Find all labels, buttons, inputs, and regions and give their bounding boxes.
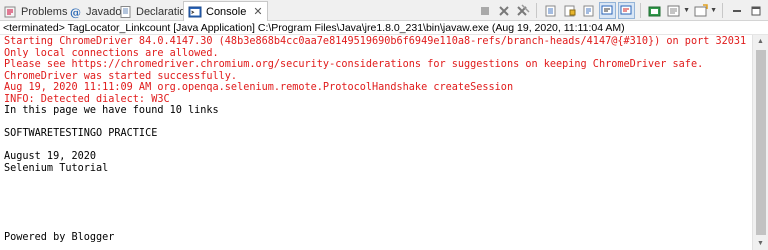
tab-declaration[interactable]: Declaration	[118, 2, 192, 21]
scroll-down-icon[interactable]: ▼	[757, 240, 764, 247]
console-line: Starting ChromeDriver 84.0.4147.30 (48b3…	[4, 36, 747, 47]
console-output[interactable]: Starting ChromeDriver 84.0.4147.30 (48b3…	[0, 35, 752, 250]
problems-icon	[3, 5, 17, 19]
toolbar-separator	[722, 3, 723, 18]
console-toolbar: ▼ ▼	[476, 2, 764, 19]
maximize-icon[interactable]	[747, 2, 764, 19]
display-selected-console-icon[interactable]	[665, 2, 682, 19]
console-line: August 19, 2020	[4, 151, 97, 162]
pin-console-icon[interactable]	[646, 2, 663, 19]
tab-label: Console	[206, 5, 247, 18]
console-line: Aug 19, 2020 11:11:09 AM org.openqa.sele…	[4, 82, 514, 93]
scroll-lock-icon[interactable]	[561, 2, 578, 19]
console-line: Selenium Tutorial	[4, 162, 109, 174]
remove-all-terminated-icon[interactable]	[514, 2, 531, 19]
console-line: SOFTWARETESTINGO PRACTICE	[4, 128, 158, 139]
toolbar-separator	[536, 3, 538, 18]
tab-problems[interactable]: Problems	[3, 2, 67, 21]
console-line: Please see https://chromedriver.chromium…	[4, 59, 704, 70]
view-tab-bar: Problems @ Javadoc Declaration Console ✕	[0, 0, 768, 21]
chevron-down-icon[interactable]: ▼	[710, 7, 717, 14]
word-wrap-icon[interactable]	[580, 2, 597, 19]
remove-launch-icon[interactable]	[495, 2, 512, 19]
scrollbar-thumb[interactable]	[756, 50, 766, 235]
console-process-status: <terminated> TagLocator_Linkcount [Java …	[0, 21, 768, 35]
show-on-stderr-icon[interactable]	[618, 2, 636, 19]
chevron-down-icon[interactable]: ▼	[683, 7, 690, 14]
toolbar-separator	[640, 3, 642, 18]
console-line: Only local connections are allowed.	[4, 47, 219, 59]
svg-text:@: @	[70, 6, 81, 19]
minimize-icon[interactable]	[728, 2, 745, 19]
console-line: Powered by Blogger	[4, 231, 115, 243]
terminate-icon[interactable]	[476, 2, 493, 19]
console-line: INFO: Detected dialect: W3C	[4, 93, 170, 105]
close-icon[interactable]: ✕	[253, 5, 262, 18]
tab-label: Problems	[21, 5, 68, 18]
console-icon	[188, 5, 202, 19]
tab-console[interactable]: Console ✕	[183, 1, 268, 21]
declaration-icon	[118, 5, 132, 19]
scroll-up-icon[interactable]: ▲	[757, 38, 764, 45]
open-console-icon[interactable]	[692, 2, 709, 19]
console-line: ChromeDriver was started successfully.	[4, 70, 238, 82]
clear-console-icon[interactable]	[542, 2, 559, 19]
show-on-stdout-icon[interactable]	[599, 2, 617, 19]
javadoc-icon: @	[68, 5, 82, 19]
console-line: In this page we have found 10 links	[4, 105, 219, 116]
vertical-scrollbar[interactable]: ▲ ▼	[752, 35, 768, 250]
